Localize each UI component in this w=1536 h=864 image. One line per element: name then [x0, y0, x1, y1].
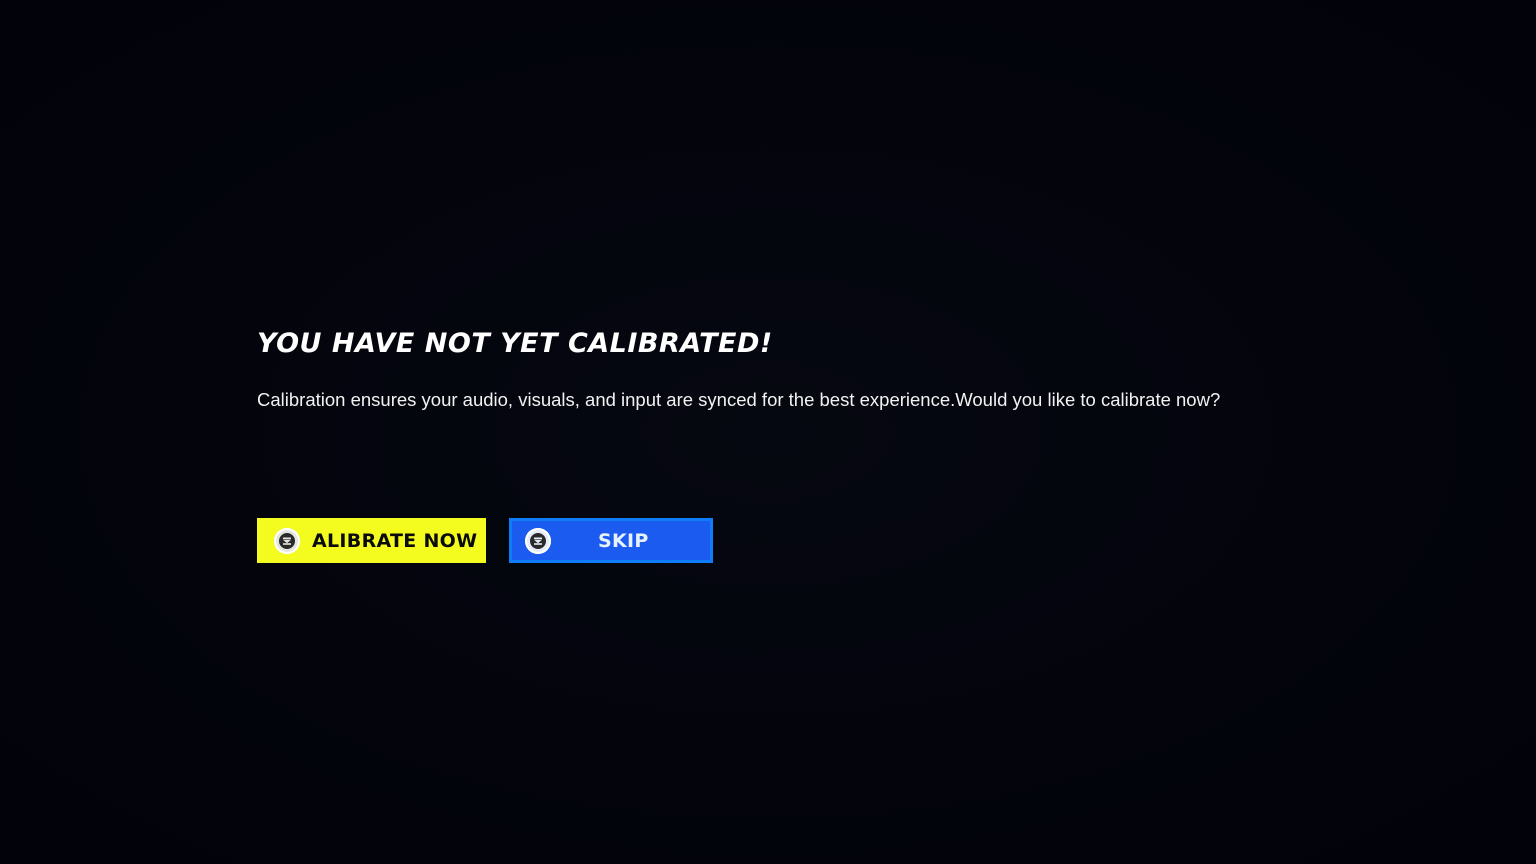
dialog-title: YOU HAVE NOT YET CALIBRATED!	[257, 328, 773, 359]
calibrate-now-label: ALIBRATE NOW	[312, 529, 478, 552]
dialog-message: Calibration ensures your audio, visuals,…	[257, 389, 1221, 410]
controller-button-icon	[525, 527, 551, 554]
skip-label: SKIP	[598, 529, 649, 552]
skip-button[interactable]: SKIP	[509, 518, 713, 563]
controller-button-icon	[274, 527, 300, 554]
calibrate-now-button[interactable]: ALIBRATE NOW	[257, 518, 486, 563]
background	[0, 0, 1536, 864]
calibration-dialog: YOU HAVE NOT YET CALIBRATED! Calibration…	[257, 326, 1297, 419]
